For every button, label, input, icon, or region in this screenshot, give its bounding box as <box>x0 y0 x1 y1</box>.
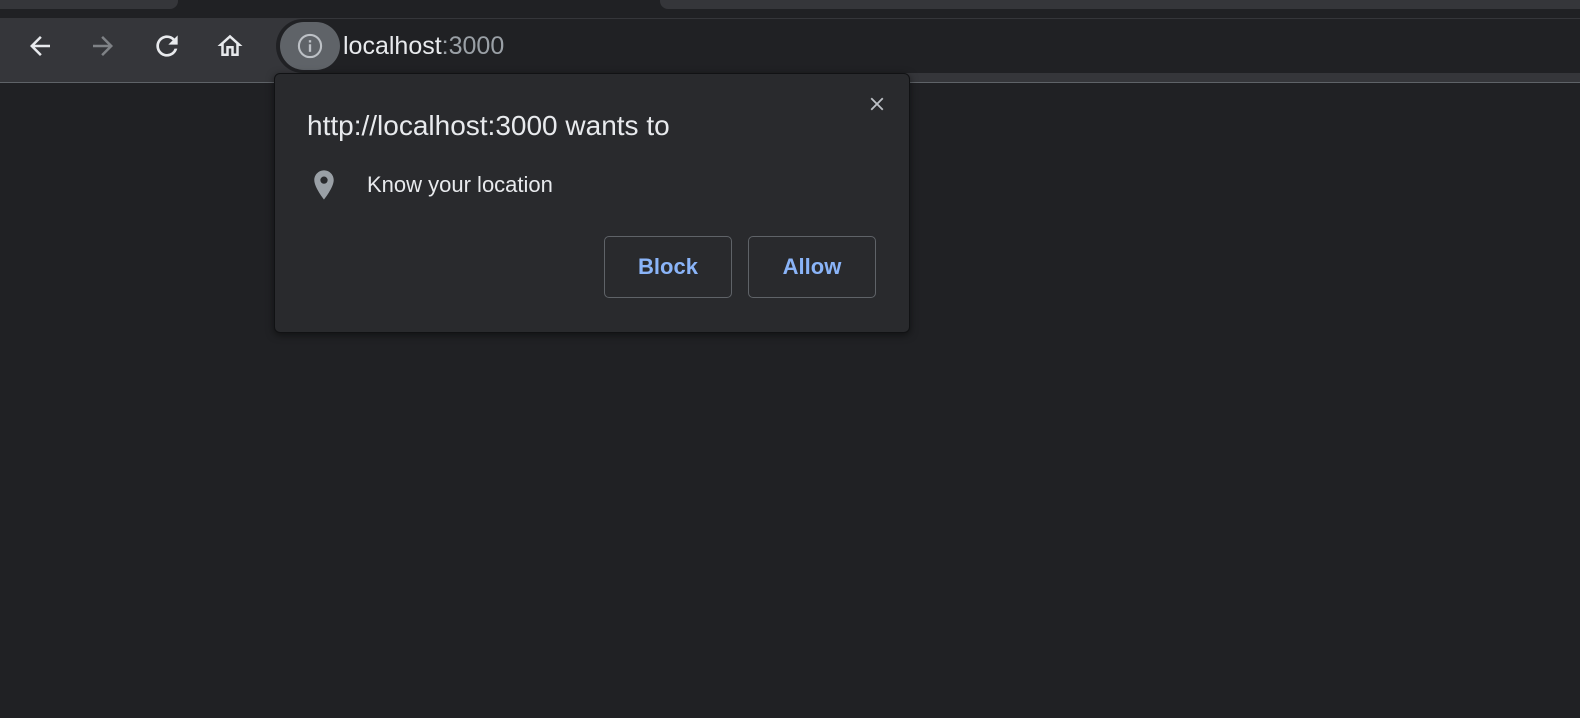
url-port: :3000 <box>441 32 505 60</box>
permission-dialog: http://localhost:3000 wants to Know your… <box>274 73 910 333</box>
tab-right-edge[interactable] <box>660 0 1580 9</box>
dialog-title: http://localhost:3000 wants to <box>307 110 670 141</box>
home-icon <box>217 34 243 56</box>
permission-label: Know your location <box>367 172 553 197</box>
url-text[interactable]: localhost:3000 <box>343 32 504 60</box>
location-pin-icon <box>314 170 334 200</box>
permission-row: Know your location <box>309 168 869 202</box>
info-icon <box>297 33 323 59</box>
back-arrow-icon <box>30 36 50 56</box>
close-icon <box>870 97 884 111</box>
block-button[interactable]: Block <box>604 236 732 298</box>
reload-icon <box>156 35 178 57</box>
forward-button[interactable] <box>83 26 123 66</box>
site-info-button[interactable] <box>280 22 340 70</box>
reload-button[interactable] <box>147 26 187 66</box>
back-button[interactable] <box>20 26 60 66</box>
home-button[interactable] <box>210 26 250 66</box>
tab-strip <box>0 0 1580 18</box>
allow-button[interactable]: Allow <box>748 236 876 298</box>
tab-left-edge[interactable] <box>0 0 178 9</box>
url-host: localhost <box>343 32 442 60</box>
address-bar[interactable]: localhost:3000 <box>276 19 1580 73</box>
close-button[interactable] <box>861 88 893 120</box>
forward-arrow-icon <box>93 36 113 56</box>
